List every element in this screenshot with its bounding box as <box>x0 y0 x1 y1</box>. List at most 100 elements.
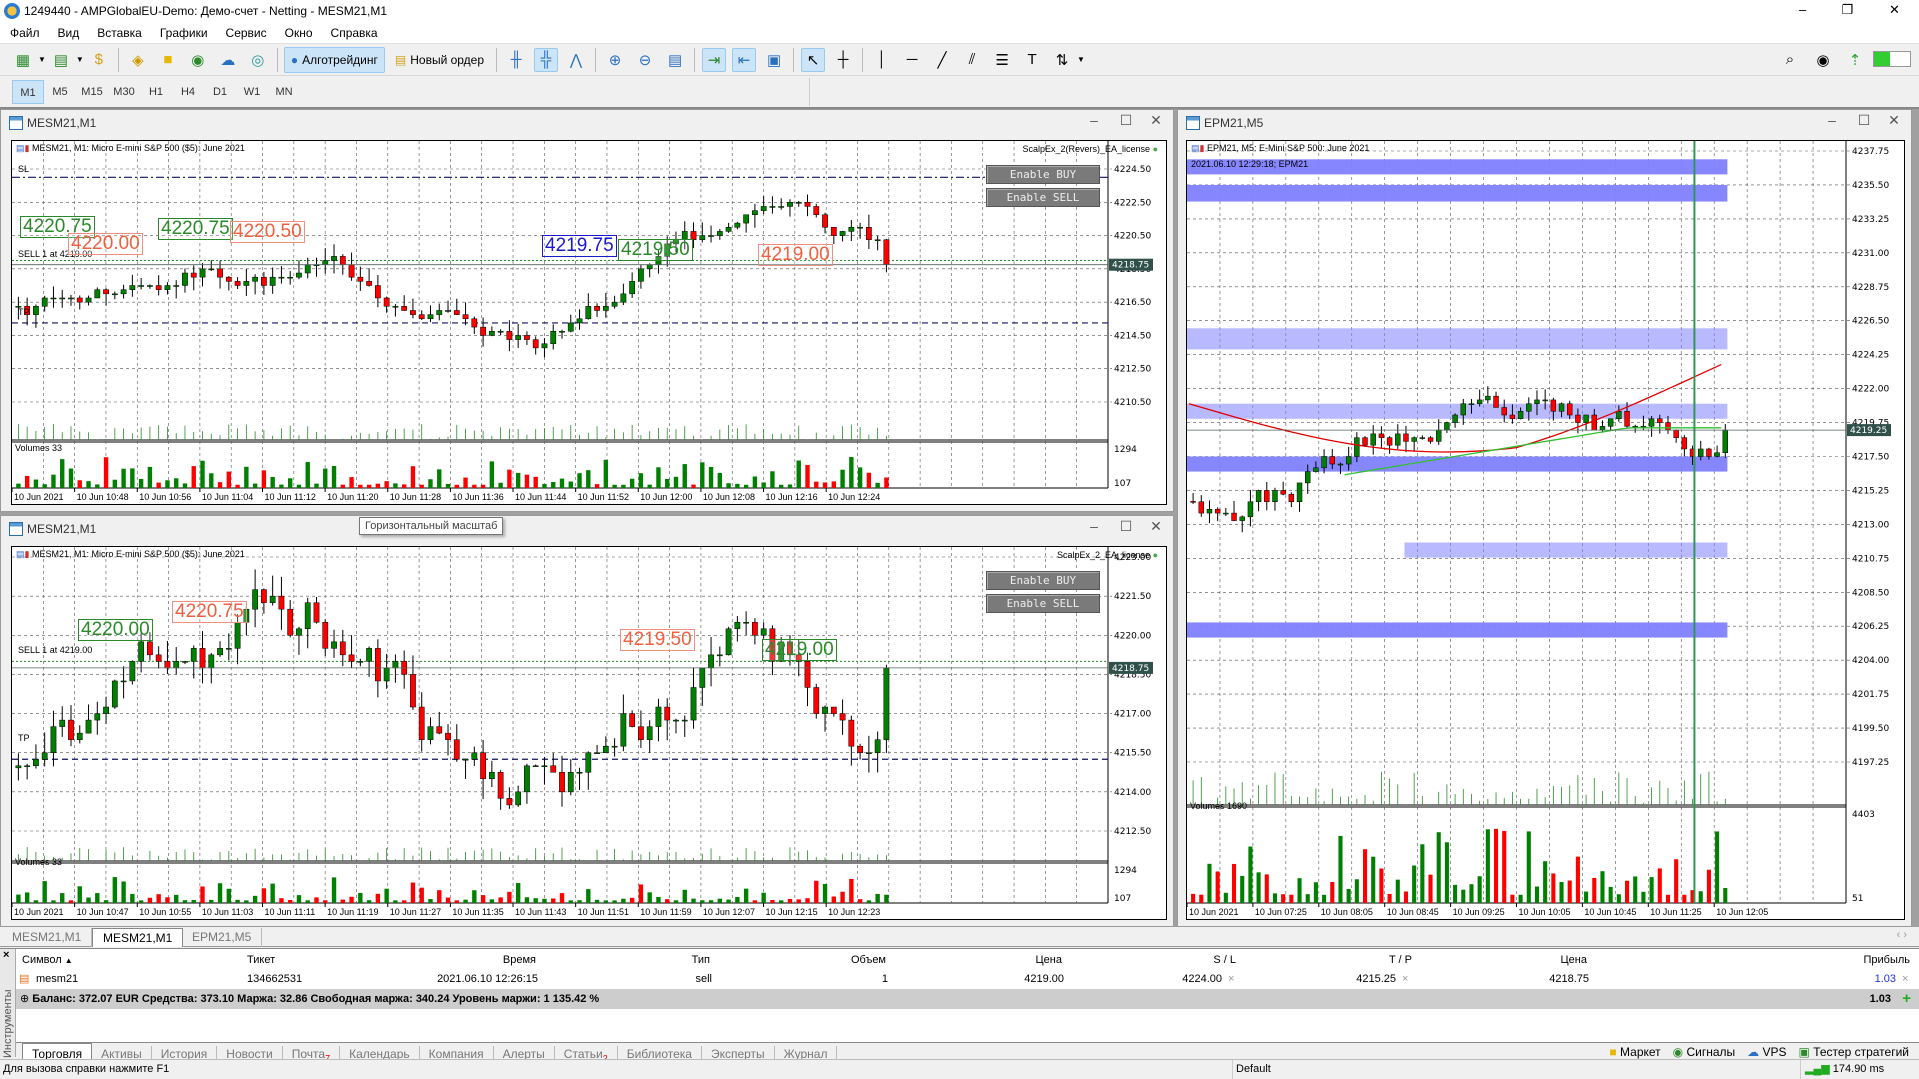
enable-buy-button[interactable]: Enable BUY <box>986 571 1100 590</box>
column-header-symbol[interactable]: Символ ▲ <box>22 951 73 969</box>
chart-area[interactable]: 10 Jun 2021 10 Jun 10:48 10 Jun 10:56 10 Ju… <box>11 140 1167 505</box>
chart-area[interactable]: 10 Jun 2021 10 Jun 07:25 10 Jun 08:05 10 Ju… <box>1186 140 1905 920</box>
close-button[interactable]: ✕ <box>1141 518 1171 535</box>
menu-help[interactable]: Справка <box>325 26 390 40</box>
price-chart[interactable]: 10 Jun 2021 10 Jun 07:25 10 Jun 08:05 10 Ju… <box>1187 141 1904 919</box>
dropdown-icon[interactable]: ▼ <box>76 55 84 64</box>
timeframe-h1[interactable]: H1 <box>140 80 172 104</box>
chart-tab-mesm21-1[interactable]: MESM21,M1 <box>2 928 93 947</box>
menu-tools[interactable]: Сервис <box>220 26 279 40</box>
enable-sell-button[interactable]: Enable SELL <box>986 188 1100 207</box>
expand-icon[interactable]: ⊕ <box>20 993 29 1005</box>
algo-trading-button[interactable]: ● Алготрейдинг <box>283 46 385 73</box>
close-button[interactable]: ✕ <box>1879 112 1909 129</box>
line-chart-icon[interactable]: ⋀ <box>564 48 588 72</box>
minimize-button[interactable]: – <box>1780 0 1825 22</box>
new-chart-icon[interactable]: ▦ <box>11 48 35 72</box>
timeframe-m5[interactable]: M5 <box>44 80 76 104</box>
profiles-icon[interactable]: ▤ <box>49 48 73 72</box>
timeframe-h4[interactable]: H4 <box>172 80 204 104</box>
timeframe-m30[interactable]: M30 <box>108 80 140 104</box>
equidistant-channel-icon[interactable]: ⫽ <box>960 48 984 72</box>
menu-charts[interactable]: Графики <box>154 26 220 40</box>
dropdown-icon[interactable]: ▼ <box>38 55 46 64</box>
copy-trading-icon[interactable]: ◈ <box>126 48 150 72</box>
horizontal-line-icon[interactable]: ─ <box>900 48 924 72</box>
indicators-icon[interactable]: ▣ <box>762 48 786 72</box>
tp-label: TP <box>18 733 30 743</box>
candle-bullish <box>567 322 574 332</box>
time-label: 10 Jun 11:43 <box>515 907 566 917</box>
chart-area[interactable]: 10 Jun 2021 10 Jun 10:47 10 Jun 10:55 10 Ju… <box>11 546 1167 920</box>
timeframe-m15[interactable]: M15 <box>76 80 108 104</box>
column-header-open-price[interactable]: Цена <box>980 951 1062 969</box>
menu-window[interactable]: Окно <box>279 26 325 40</box>
crosshair-icon[interactable]: ┼ <box>831 48 855 72</box>
remove-sl-icon[interactable]: × <box>1228 970 1234 988</box>
text-icon[interactable]: T <box>1020 48 1044 72</box>
level-icon[interactable]: ⇡ <box>1843 48 1867 72</box>
market-watch-icon[interactable]: $ <box>87 48 111 72</box>
column-header-ticket[interactable]: Тикет <box>247 951 275 969</box>
minimize-button[interactable]: – <box>1817 112 1847 128</box>
menu-file[interactable]: Файл <box>4 26 52 40</box>
candlestick-icon[interactable]: ╬ <box>534 47 559 72</box>
chart-tab-mesm21-2[interactable]: MESM21,M1 <box>92 928 184 947</box>
market-link[interactable]: ■ Маркет <box>1609 1045 1660 1059</box>
column-header-sl[interactable]: S / L <box>1150 951 1236 969</box>
remove-tp-icon[interactable]: × <box>1402 970 1408 988</box>
column-header-volume[interactable]: Объем <box>800 951 886 969</box>
dropdown-icon[interactable]: ▼ <box>1077 55 1085 64</box>
bar-chart-icon[interactable]: ╫ <box>504 48 528 72</box>
close-position-icon[interactable]: × <box>1902 970 1908 988</box>
enable-sell-button[interactable]: Enable SELL <box>986 594 1100 613</box>
column-header-time[interactable]: Время <box>440 951 536 969</box>
menu-view[interactable]: Вид <box>52 26 92 40</box>
timeframe-m1[interactable]: M1 <box>12 80 44 104</box>
timeframe-mn[interactable]: MN <box>268 80 300 104</box>
close-button[interactable]: ✕ <box>1141 112 1171 129</box>
cursor-icon[interactable]: ↖ <box>801 47 826 72</box>
strategy-tester-link[interactable]: ▣ Тестер стратегий <box>1799 1045 1909 1059</box>
tile-windows-icon[interactable]: ▤ <box>663 48 687 72</box>
zoom-out-icon[interactable]: ⊖ <box>633 48 657 72</box>
volume-bar <box>366 900 372 903</box>
close-button[interactable]: ✕ <box>1872 0 1917 22</box>
timeframe-w1[interactable]: W1 <box>236 80 268 104</box>
minimize-button[interactable]: – <box>1079 518 1109 534</box>
vps-link[interactable]: ☁ VPS <box>1747 1045 1786 1059</box>
search-icon[interactable]: ⌕ <box>1778 48 1802 72</box>
new-order-plus-icon[interactable]: + <box>1902 989 1911 1009</box>
enable-buy-button[interactable]: Enable BUY <box>986 165 1100 184</box>
menu-insert[interactable]: Вставка <box>91 26 154 40</box>
maximize-button[interactable]: ☐ <box>1111 518 1141 535</box>
fibonacci-icon[interactable]: ☰ <box>990 48 1014 72</box>
volume-bar <box>515 472 521 488</box>
account-icon[interactable]: ◉ <box>1811 48 1835 72</box>
community-icon[interactable]: ◎ <box>246 48 270 72</box>
signals-icon[interactable]: ◉ <box>186 48 210 72</box>
trendline-icon[interactable]: ╱ <box>930 48 954 72</box>
new-order-button[interactable]: ▤ Новый ордер <box>389 47 490 73</box>
column-header-type[interactable]: Тип <box>640 951 710 969</box>
market-bag-icon[interactable]: ■ <box>156 48 180 72</box>
column-header-current-price[interactable]: Цена <box>1500 951 1587 969</box>
vertical-line-icon[interactable]: │ <box>870 48 894 72</box>
autoscroll-icon[interactable]: ⇥ <box>702 47 727 72</box>
column-header-tp[interactable]: T / P <box>1330 951 1412 969</box>
signal-strength-toggle[interactable] <box>1873 51 1911 67</box>
chart-tab-epm21[interactable]: EPM21,M5 <box>182 928 263 947</box>
timeframe-d1[interactable]: D1 <box>204 80 236 104</box>
column-header-profit[interactable]: Прибыль <box>1810 951 1910 969</box>
arrows-icon[interactable]: ⇅ <box>1050 48 1074 72</box>
zoom-in-icon[interactable]: ⊕ <box>603 48 627 72</box>
close-toolbox-icon[interactable]: × <box>3 949 9 961</box>
maximize-button[interactable]: ☐ <box>1111 112 1141 129</box>
chart-shift-icon[interactable]: ⇤ <box>732 47 757 72</box>
tab-scroll-arrows[interactable]: ‹ › <box>1897 929 1907 941</box>
restore-button[interactable]: ❐ <box>1825 0 1870 22</box>
signals-link[interactable]: ◉ Сигналы <box>1673 1045 1736 1059</box>
minimize-button[interactable]: – <box>1079 112 1109 128</box>
maximize-button[interactable]: ☐ <box>1849 112 1879 129</box>
vps-icon[interactable]: ☁ <box>216 48 240 72</box>
